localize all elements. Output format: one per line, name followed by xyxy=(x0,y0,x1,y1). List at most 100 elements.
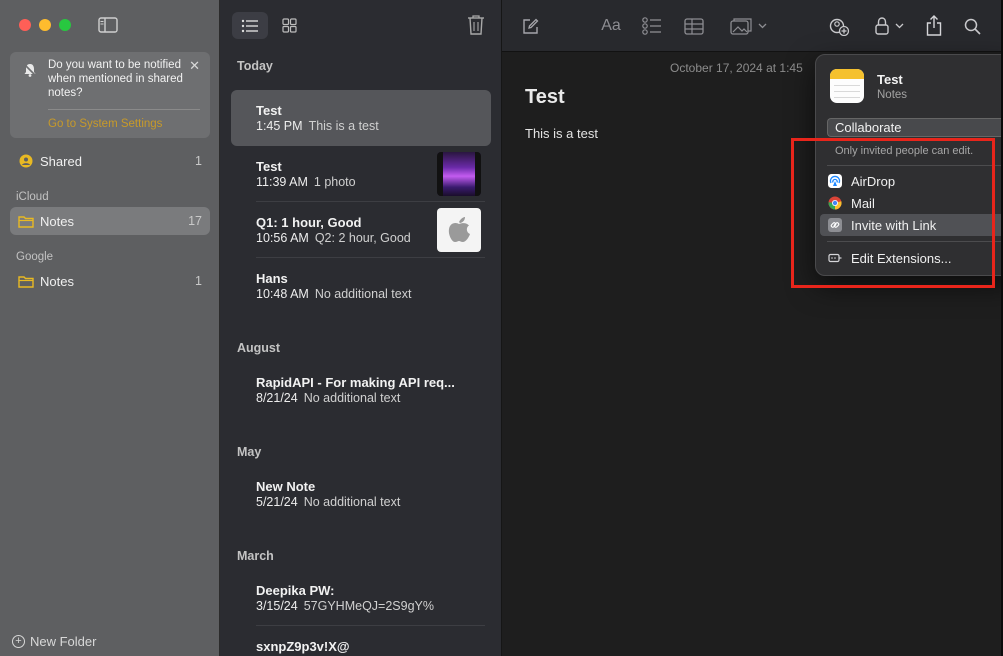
note-body[interactable]: This is a test xyxy=(525,126,598,141)
list-item[interactable]: sxnpZ9p3v!X@ xyxy=(231,626,491,656)
list-view-button[interactable] xyxy=(232,12,268,39)
list-item[interactable]: Test 11:39 AM 1 photo xyxy=(231,146,491,202)
note-title: Deepika PW: xyxy=(256,583,335,598)
close-window-button[interactable] xyxy=(19,19,31,31)
share-icon xyxy=(926,14,942,36)
group-header-august: August xyxy=(237,341,281,355)
note-preview: This is a test xyxy=(308,119,379,133)
lock-icon xyxy=(874,17,889,35)
photo-thumbnail xyxy=(437,152,481,196)
apple-logo-icon xyxy=(448,217,470,242)
sidebar-item-label: Notes xyxy=(40,213,74,229)
notes-app-icon xyxy=(830,69,864,103)
note-preview: Q2: 2 hour, Good xyxy=(314,231,411,245)
search-button[interactable] xyxy=(962,16,982,36)
note-time: 10:56 AM xyxy=(256,231,309,245)
collaborate-button[interactable] xyxy=(828,16,850,36)
table-button[interactable] xyxy=(683,16,705,36)
notes-window: Do you want to be notified when mentione… xyxy=(0,0,1003,656)
note-preview: No additional text xyxy=(303,495,401,509)
checklist-icon xyxy=(642,17,661,35)
share-note-title: Test xyxy=(877,72,903,87)
list-icon xyxy=(241,19,258,32)
apple-logo-thumbnail xyxy=(437,208,481,252)
notice-divider xyxy=(48,109,200,110)
notice-text: Do you want to be notified when mentione… xyxy=(48,59,183,99)
highlight-annotation-box xyxy=(791,138,995,288)
note-heading[interactable]: Test xyxy=(525,86,565,109)
sidebar-item-label: Shared xyxy=(40,153,82,169)
list-item[interactable]: RapidAPI - For making API req... 8/21/24… xyxy=(231,362,491,418)
note-title: Test xyxy=(256,103,282,118)
list-item[interactable]: Deepika PW: 3/15/24 57GYHMeQJ=2S9gY% xyxy=(231,570,491,626)
note-meta: 10:48 AM No additional text xyxy=(256,287,411,301)
note-meta: 10:56 AM Q2: 2 hour, Good xyxy=(256,231,411,245)
sidebar-item-count: 1 xyxy=(195,274,202,288)
group-header-may: May xyxy=(237,445,262,459)
zoom-window-button[interactable] xyxy=(59,19,71,31)
photo-icon xyxy=(729,17,752,35)
note-title: New Note xyxy=(256,479,316,494)
notes-app-icon-line xyxy=(834,91,860,92)
new-folder-button[interactable]: + New Folder xyxy=(12,634,96,649)
format-button[interactable]: Aa xyxy=(599,16,623,36)
gallery-view-button[interactable] xyxy=(271,12,307,39)
collaborate-icon xyxy=(829,18,849,36)
new-note-button[interactable] xyxy=(520,16,540,36)
note-title: sxnpZ9p3v!X@ xyxy=(256,639,350,654)
list-item[interactable]: Q1: 1 hour, Good 10:56 AM Q2: 2 hour, Goo… xyxy=(231,202,491,258)
close-notice-icon[interactable]: ✕ xyxy=(189,58,200,74)
collaborate-mode-dropdown[interactable]: Collaborate xyxy=(827,118,1003,137)
shared-people-icon xyxy=(19,154,33,168)
note-preview: 57GYHMeQJ=2S9gY% xyxy=(303,599,434,613)
new-folder-label: New Folder xyxy=(30,634,97,649)
note-meta: 11:39 AM 1 photo xyxy=(256,175,356,189)
note-time: 3/15/24 xyxy=(256,599,298,613)
note-time: 5/21/24 xyxy=(256,495,298,509)
editor-toolbar: Aa xyxy=(502,0,1003,52)
sidebar-item-icloud-notes[interactable]: Notes 17 xyxy=(10,207,210,235)
search-icon xyxy=(964,18,981,35)
note-title: Test xyxy=(256,159,282,174)
table-icon xyxy=(684,17,704,35)
section-header-icloud: iCloud xyxy=(16,191,49,203)
group-header-march: March xyxy=(237,549,274,563)
chevron-down-icon xyxy=(895,23,903,29)
note-list: Today Test 1:45 PM This is a test Test 11… xyxy=(220,0,502,656)
list-item[interactable]: Hans 10:48 AM No additional text xyxy=(231,258,491,314)
note-time: 8/21/24 xyxy=(256,391,298,405)
note-preview: No additional text xyxy=(303,391,401,405)
note-time: 1:45 PM xyxy=(256,119,303,133)
note-title: Hans xyxy=(256,271,288,286)
media-button[interactable] xyxy=(728,16,768,36)
note-list-toolbar xyxy=(220,0,501,52)
sidebar-item-count: 17 xyxy=(188,214,202,228)
note-meta: 1:45 PM This is a test xyxy=(256,119,379,133)
list-item[interactable]: Test 1:45 PM This is a test xyxy=(231,90,491,146)
note-date: October 17, 2024 at 1:45 xyxy=(670,61,803,75)
trash-icon[interactable] xyxy=(467,14,485,36)
sidebar-item-shared[interactable]: Shared 1 xyxy=(10,147,210,175)
note-meta: 3/15/24 57GYHMeQJ=2S9gY% xyxy=(256,599,434,613)
note-preview: 1 photo xyxy=(313,175,356,189)
notes-app-icon-band xyxy=(830,69,864,79)
section-header-google: Google xyxy=(16,251,54,263)
folder-icon xyxy=(18,216,34,228)
note-meta: 5/21/24 No additional text xyxy=(256,495,400,509)
notes-app-icon-line xyxy=(834,97,860,98)
plus-circle-icon: + xyxy=(12,635,25,648)
note-title: RapidAPI - For making API req... xyxy=(256,375,455,390)
list-item[interactable]: New Note 5/21/24 No additional text xyxy=(231,466,491,522)
minimize-window-button[interactable] xyxy=(39,19,51,31)
share-button[interactable] xyxy=(923,12,945,38)
bell-icon xyxy=(23,63,37,77)
system-settings-link[interactable]: Go to System Settings xyxy=(48,118,162,130)
sidebar-item-label: Notes xyxy=(40,273,74,289)
sidebar-toggle-icon[interactable] xyxy=(98,17,118,33)
sidebar: Do you want to be notified when mentione… xyxy=(0,0,220,656)
note-meta: 8/21/24 No additional text xyxy=(256,391,400,405)
lock-button[interactable] xyxy=(871,16,907,36)
window-controls xyxy=(19,19,71,31)
sidebar-item-google-notes[interactable]: Notes 1 xyxy=(10,267,210,295)
checklist-button[interactable] xyxy=(641,16,663,36)
